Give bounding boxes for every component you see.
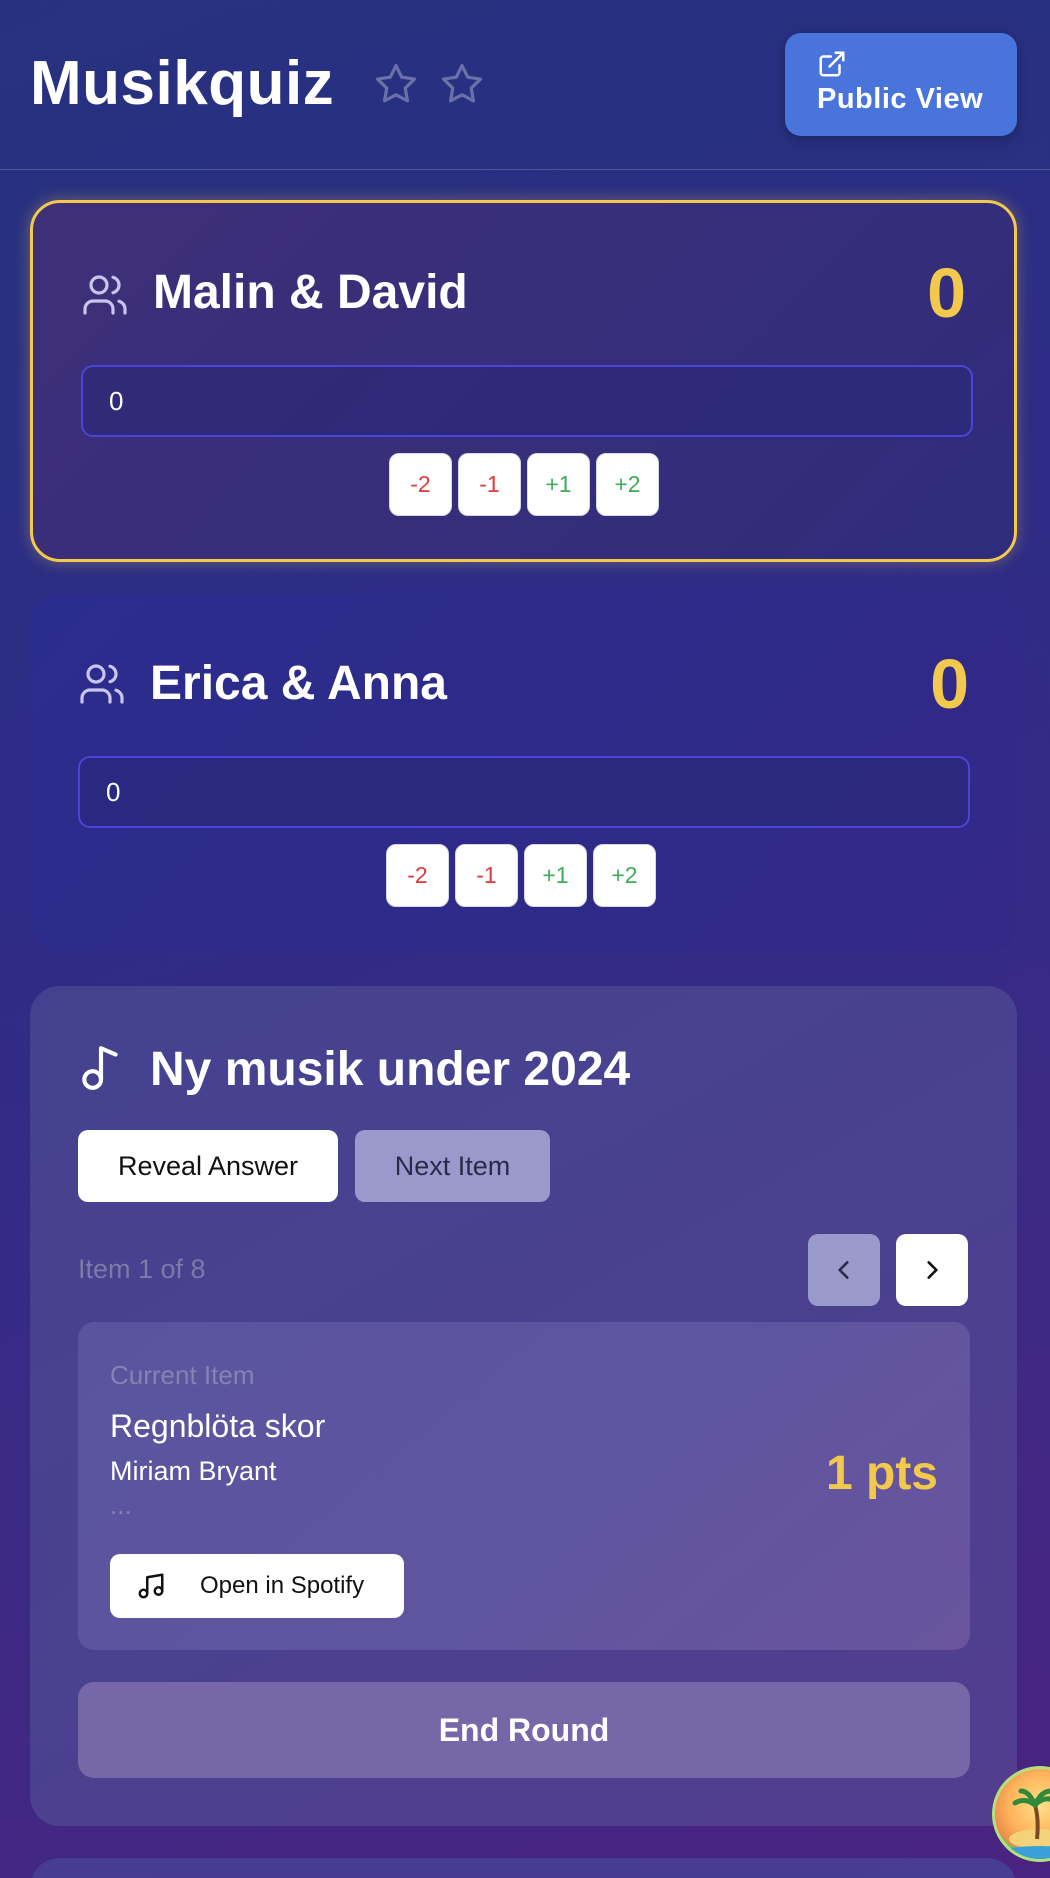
team-score: 0	[927, 254, 966, 332]
plus-two-button[interactable]: +2	[593, 844, 656, 907]
current-item-caption: Current Item	[110, 1360, 255, 1390]
round-title: Ny musik under 2024	[150, 1043, 631, 1096]
open-in-spotify-button[interactable]: Open in Spotify	[110, 1554, 404, 1618]
external-link-icon	[817, 49, 847, 79]
users-icon	[81, 271, 129, 319]
score-input[interactable]	[81, 365, 973, 437]
team-name: Erica & Anna	[150, 657, 447, 710]
team-score: 0	[930, 645, 969, 723]
app-title: Musikquiz	[30, 49, 335, 118]
island-icon	[1005, 1788, 1050, 1859]
minus-two-button[interactable]: -2	[386, 844, 449, 907]
music-note-icon	[78, 1042, 124, 1092]
next-card-edge	[30, 1858, 1017, 1878]
music-icon	[136, 1570, 166, 1602]
score-adjust-row: -2 -1 +1 +2	[386, 844, 656, 907]
chevron-left-icon	[838, 1261, 849, 1279]
previous-item-button[interactable]	[808, 1234, 880, 1306]
end-round-button[interactable]: End Round	[78, 1682, 970, 1778]
users-icon	[78, 660, 126, 708]
plus-two-button[interactable]: +2	[596, 453, 659, 516]
song-ellipsis: ...	[110, 1490, 132, 1520]
minus-two-button[interactable]: -2	[389, 453, 452, 516]
team-name: Malin & David	[153, 266, 468, 319]
team-card: Erica & Anna 0 -2 -1 +1 +2	[30, 594, 1017, 952]
next-item-button[interactable]: Next Item	[355, 1130, 550, 1202]
plus-one-button[interactable]: +1	[524, 844, 587, 907]
current-item-panel: Current Item Regnblöta skor Miriam Bryan…	[78, 1322, 970, 1650]
minus-one-button[interactable]: -1	[458, 453, 521, 516]
minus-one-button[interactable]: -1	[455, 844, 518, 907]
next-item-arrow-button[interactable]	[896, 1234, 968, 1306]
public-view-button[interactable]: Public View	[785, 33, 1017, 136]
song-title: Regnblöta skor	[110, 1408, 326, 1444]
score-input[interactable]	[78, 756, 970, 828]
item-counter: Item 1 of 8	[78, 1254, 206, 1284]
rating-stars	[372, 60, 486, 108]
reveal-answer-button[interactable]: Reveal Answer	[78, 1130, 338, 1202]
song-artist: Miriam Bryant	[110, 1456, 277, 1486]
team-card-active: Malin & David 0 -2 -1 +1 +2	[30, 200, 1017, 562]
star-icon[interactable]	[372, 60, 420, 108]
open-in-spotify-label: Open in Spotify	[200, 1572, 365, 1599]
public-view-label: Public View	[817, 83, 984, 115]
plus-one-button[interactable]: +1	[527, 453, 590, 516]
chevron-right-icon	[927, 1261, 938, 1279]
score-adjust-row: -2 -1 +1 +2	[389, 453, 659, 516]
item-points: 1 pts	[825, 1447, 938, 1500]
star-icon[interactable]	[438, 60, 486, 108]
round-card: Ny musik under 2024 Reveal Answer Next I…	[30, 986, 1017, 1826]
app-header: Musikquiz Public View	[0, 0, 1050, 170]
